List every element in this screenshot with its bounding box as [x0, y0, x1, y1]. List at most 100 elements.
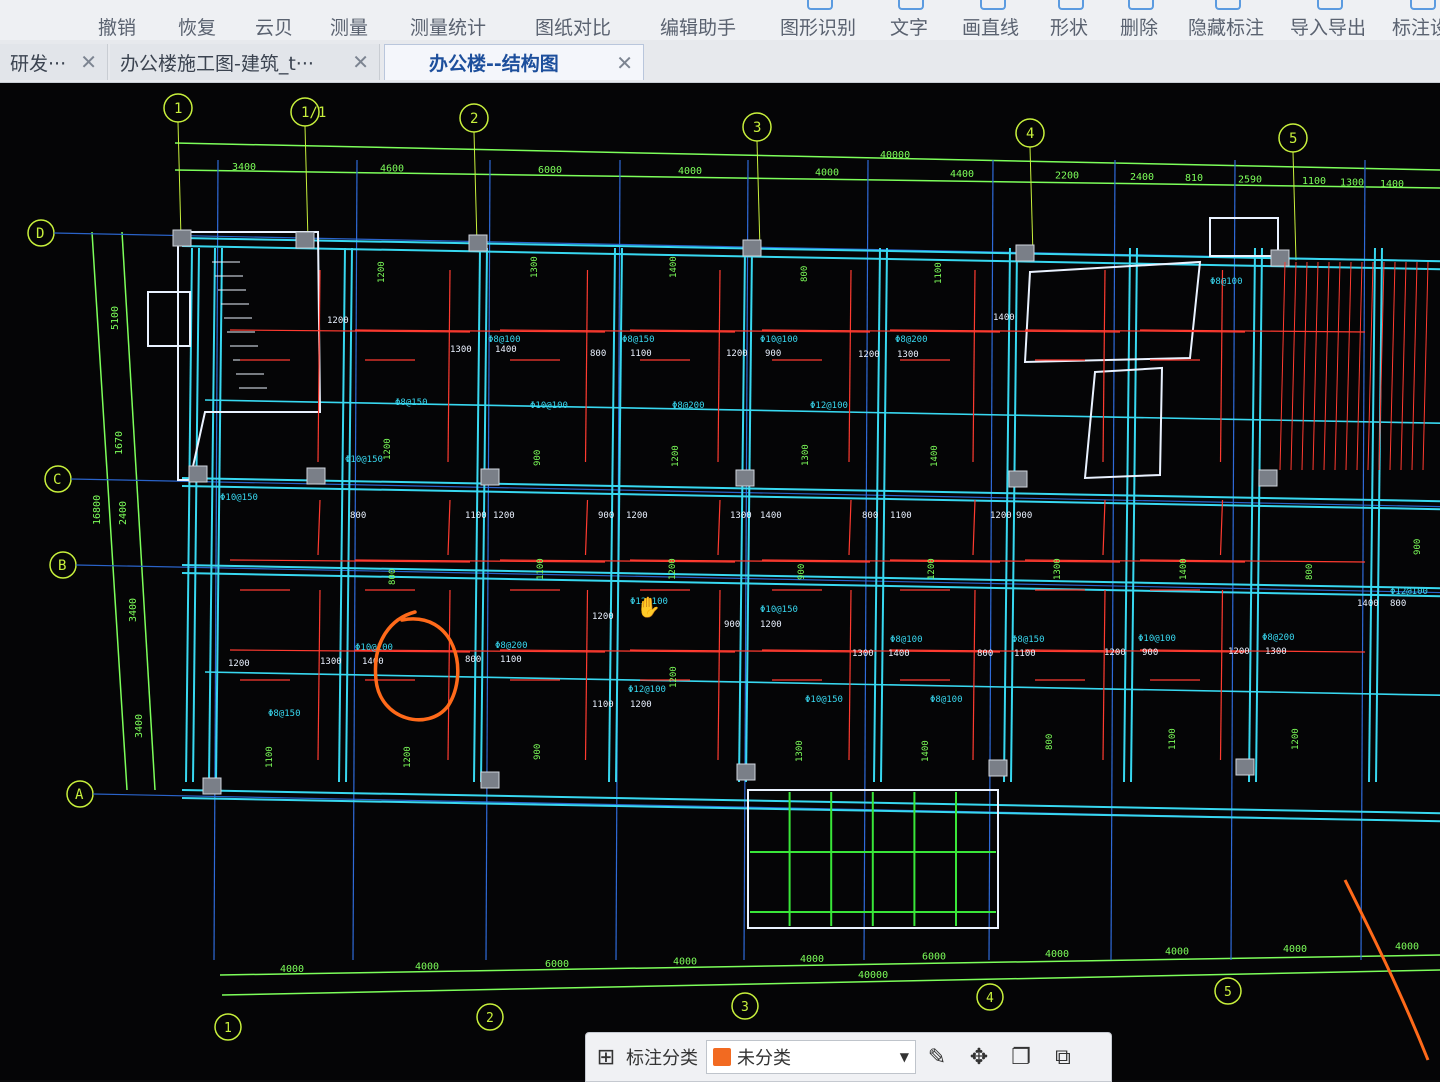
beam-vertical	[1375, 247, 1383, 783]
length-label-vertical: 1300	[1053, 558, 1063, 580]
tab-research[interactable]: 研发··· ✕	[0, 44, 108, 80]
toolbar-draw-line[interactable]: 画直线	[962, 0, 1019, 40]
axis-tick	[1292, 151, 1297, 261]
length-label: 1300	[320, 657, 342, 667]
dimension-line-bottom	[219, 954, 1440, 976]
column	[1008, 470, 1028, 488]
edit-icon[interactable]: ✎	[916, 1037, 958, 1077]
length-label: 1200	[626, 511, 648, 521]
dimension-span-top: 1100	[1302, 176, 1326, 187]
toolbar-edit-helper[interactable]: 编辑助手	[660, 0, 736, 40]
toolbar-cloud[interactable]: 云贝	[255, 0, 293, 40]
rebar-line	[1301, 261, 1308, 471]
dimension-span-top: 2590	[1238, 175, 1262, 186]
toolbar-undo[interactable]: 撤销	[98, 0, 136, 40]
dimension-span-top: 3400	[232, 162, 256, 173]
rebar-line	[972, 589, 976, 761]
column	[188, 465, 208, 483]
dimension-total-top: 40000	[880, 150, 910, 161]
column	[480, 468, 500, 486]
column	[468, 234, 488, 252]
tab-structure-drawing[interactable]: 办公楼--结构图 ✕	[384, 44, 644, 80]
column	[736, 763, 756, 781]
length-label: 900	[598, 511, 614, 521]
length-label-vertical: 1200	[383, 438, 393, 460]
toolbar-markup-settings[interactable]: 标注设	[1392, 0, 1440, 40]
grid-line-horizontal	[70, 478, 1440, 508]
length-label: 1300	[852, 649, 874, 659]
paste-icon[interactable]: ⧉	[1042, 1037, 1084, 1077]
length-label: 1100	[1014, 649, 1036, 659]
rebar-line	[1290, 261, 1297, 471]
tab-architecture-drawing[interactable]: 办公楼施工图-建筑_t··· ✕	[110, 44, 380, 80]
markup-circle	[373, 610, 460, 722]
rebar-line	[1411, 261, 1418, 471]
toolbar-shape[interactable]: 形状	[1050, 0, 1088, 40]
length-label: 1400	[993, 313, 1015, 323]
category-grid-icon[interactable]: ⊞	[586, 1034, 626, 1080]
rebar-line	[1345, 261, 1352, 471]
length-label: 800	[350, 511, 366, 521]
toolbar-hide-markup[interactable]: 隐藏标注	[1188, 0, 1264, 40]
drawing-canvas[interactable]: 1 1/1 2 3 4 5 1 2 3 4 5 D C B A Φ8@150 Φ10@100 Φ8@200 Φ12@…	[0, 83, 1440, 1080]
length-label: 900	[724, 620, 740, 630]
toolbar-import-export[interactable]: 导入导出	[1290, 0, 1366, 40]
axis-label-top: 3	[753, 120, 761, 136]
close-icon[interactable]: ✕	[616, 51, 633, 75]
dimension-span-left: 1670	[114, 431, 125, 455]
toolbar-compare[interactable]: 图纸对比	[535, 0, 611, 40]
rebar-line	[717, 589, 721, 761]
toolbar-measure-stats[interactable]: 测量统计	[410, 0, 486, 40]
length-label-vertical: 1200	[927, 558, 937, 580]
axis-label-bottom: 4	[986, 991, 994, 1006]
length-label-vertical: 1300	[801, 444, 811, 466]
length-label: 1200	[630, 700, 652, 710]
axis-tick	[1029, 146, 1034, 256]
length-label-vertical: 800	[1305, 564, 1315, 580]
length-label-vertical: 1300	[795, 740, 805, 762]
length-label: 1200	[1104, 648, 1126, 658]
rebar-line	[584, 499, 589, 556]
toolbar-text[interactable]: 文字	[890, 0, 928, 40]
length-label-vertical: 1400	[1179, 558, 1189, 580]
dimension-span-top: 4000	[678, 166, 702, 177]
rebar-spec-label: Φ12@100	[628, 685, 666, 695]
length-label: 1100	[592, 700, 614, 710]
length-label: 1200	[1228, 647, 1250, 657]
rebar-line	[848, 589, 852, 761]
rebar-spec-label: Φ10@150	[760, 605, 798, 615]
toolbar-redo[interactable]: 恢复	[178, 0, 216, 40]
toolbar-delete[interactable]: 删除	[1120, 0, 1158, 40]
close-icon[interactable]: ✕	[80, 50, 97, 74]
length-label-vertical: 1200	[671, 445, 681, 467]
close-icon[interactable]: ✕	[352, 50, 369, 74]
column	[480, 771, 500, 789]
length-label-vertical: 800	[1045, 734, 1055, 750]
column	[1270, 249, 1290, 267]
length-label: 1100	[465, 511, 487, 521]
rebar-line	[1102, 269, 1106, 463]
rebar-spec-label: Φ8@150	[395, 398, 428, 408]
length-label: 1400	[495, 345, 517, 355]
category-selected: 未分类	[737, 1048, 791, 1069]
toolbar-measure[interactable]: 测量	[330, 0, 368, 40]
rebar-line	[447, 589, 451, 761]
wall-outline-elevator	[1083, 366, 1164, 480]
copy-icon[interactable]: ❐	[1000, 1037, 1042, 1077]
rebar-line	[1334, 261, 1341, 471]
rebar-line	[1422, 261, 1429, 471]
rebar-spec-label: Φ10@100	[1138, 634, 1176, 644]
axis-label-top: 5	[1289, 131, 1297, 147]
length-label-vertical: 900	[797, 564, 807, 580]
grid-line-horizontal	[75, 564, 1440, 594]
rebar-line	[717, 269, 721, 463]
rebar-line	[1279, 261, 1286, 471]
axis-label-top: 1	[174, 101, 182, 117]
dimension-span-bottom: 4000	[1395, 942, 1419, 953]
dimension-span-bottom: 4000	[1045, 949, 1069, 960]
category-select[interactable]: 未分类 ▼	[706, 1040, 916, 1074]
length-label: 1400	[1357, 599, 1379, 609]
toolbar-shape-recognize[interactable]: 图形识别	[780, 0, 856, 40]
dimension-span-top: 4400	[950, 169, 974, 180]
move-icon[interactable]: ✥	[958, 1037, 1000, 1077]
